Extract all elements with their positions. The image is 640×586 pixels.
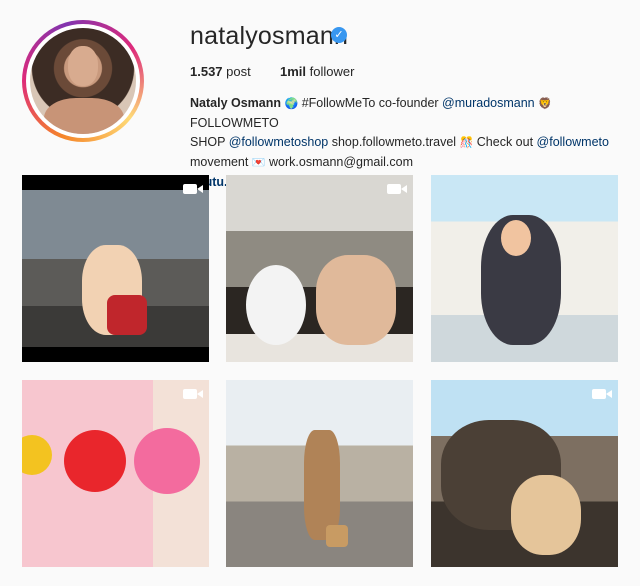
bio-line2-text3: Check out [476, 135, 534, 149]
bio-mention-followmetoshop[interactable]: @followmetoshop [229, 135, 329, 149]
avatar-shoulders [44, 98, 124, 134]
avatar-border [26, 24, 140, 138]
lion-emoji-icon: 🦁 [538, 98, 552, 110]
post-face [511, 475, 581, 555]
post-donut-red [64, 430, 126, 492]
bio-mention-followmeto[interactable]: @followmeto [537, 135, 609, 149]
avatar-photo [30, 28, 136, 134]
profile-username: natalyosmann [190, 22, 349, 50]
bio-shop-url: shop.followmeto.travel [331, 135, 457, 149]
followers-count[interactable]: 1mil follower [280, 64, 354, 79]
post-tile[interactable] [226, 175, 413, 362]
avatar-face [68, 46, 98, 86]
post-donut-yellow [22, 435, 52, 475]
posts-count-label: post [226, 64, 251, 79]
bio-line3-text1: movement [190, 155, 249, 169]
bio-display-name: Nataly Osmann [190, 96, 282, 110]
post-donut-pink [134, 428, 200, 494]
post-tile[interactable] [226, 380, 413, 567]
video-camera-icon [592, 389, 612, 399]
followers-count-label: follower [309, 64, 355, 79]
profile-header: natalyosmann ✓ 1.537 post 1mil follower … [0, 0, 640, 189]
celebration-emoji-icon: 🎊 [459, 137, 474, 149]
post-faces [316, 255, 396, 345]
bio-mention-muradosmann[interactable]: @muradosmann [442, 96, 535, 110]
bio-line1-text2: FOLLOWMETO [190, 116, 279, 130]
post-figure [304, 430, 340, 540]
video-camera-icon [387, 184, 407, 194]
heart-emoji-icon: 💌 [251, 157, 266, 169]
posts-grid [22, 175, 620, 568]
post-tile[interactable] [431, 175, 618, 362]
video-camera-icon [183, 389, 203, 399]
post-basket [326, 525, 348, 547]
posts-count-value: 1.537 [190, 64, 223, 79]
video-camera-icon [183, 184, 203, 194]
post-tile[interactable] [22, 175, 209, 362]
bio-email: work.osmann@gmail.com [269, 155, 414, 169]
verified-badge-icon: ✓ [331, 27, 347, 43]
post-dog [246, 265, 306, 345]
post-face [501, 220, 531, 256]
followers-count-value: 1mil [280, 64, 307, 79]
post-tile[interactable] [431, 380, 618, 567]
posts-count: 1.537 post [190, 64, 251, 79]
post-bow [107, 295, 147, 335]
globe-emoji-icon: 🌍 [284, 98, 299, 110]
profile-avatar[interactable] [22, 20, 144, 142]
bio-line2-text1: SHOP [190, 135, 226, 149]
bio-line1-text1: #FollowMeTo co-founder [301, 96, 439, 110]
post-tile[interactable] [22, 380, 209, 567]
